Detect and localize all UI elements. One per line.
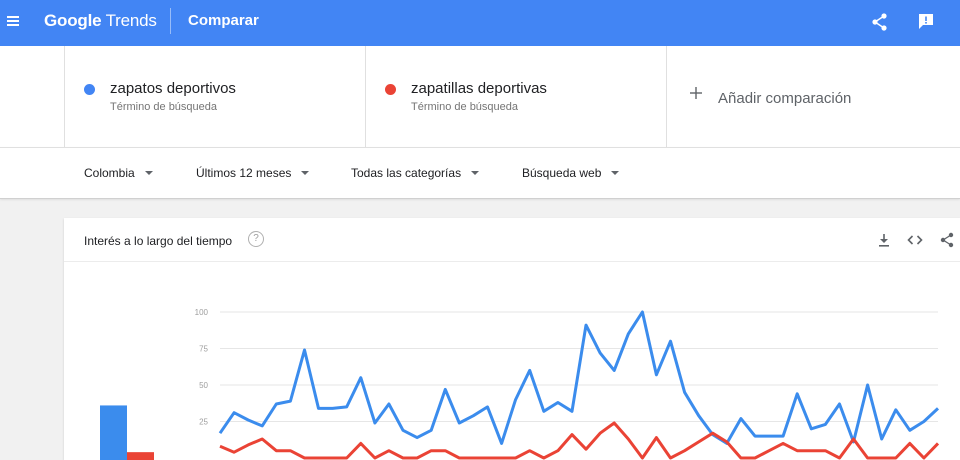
plus-icon (690, 87, 702, 99)
term-subtitle: Término de búsqueda (411, 101, 519, 113)
search-type-filter-label: Búsqueda web (522, 166, 602, 180)
average-bar[interactable] (127, 452, 154, 460)
help-icon[interactable]: ? (248, 231, 264, 247)
logo-main: Google (44, 11, 102, 30)
interest-over-time-card: Interés a lo largo del tiempo ? 100 75 5… (64, 218, 960, 460)
top-bar: Google Trends Comparar (0, 0, 960, 46)
chevron-down-icon (301, 171, 310, 175)
y-tick-label: 75 (199, 345, 208, 354)
y-tick-label: 50 (199, 381, 208, 390)
category-filter[interactable]: Todas las categorías (351, 166, 480, 180)
add-comparison-label: Añadir comparación (718, 90, 852, 107)
filter-bar: Colombia Últimos 12 meses Todas las cate… (0, 147, 960, 199)
average-bar[interactable] (100, 405, 127, 460)
y-tick-label: 25 (199, 418, 208, 427)
term-color-dot (84, 84, 95, 95)
embed-icon[interactable] (906, 231, 924, 249)
page-title: Comparar (188, 12, 259, 29)
term-color-dot (385, 84, 396, 95)
topbar-divider (170, 8, 171, 34)
series-line[interactable] (219, 421, 940, 460)
term-name: zapatos deportivos (110, 80, 236, 97)
search-type-filter[interactable]: Búsqueda web (522, 166, 620, 180)
menu-icon[interactable] (3, 9, 27, 33)
logo-sub: Trends (105, 11, 157, 30)
chevron-down-icon (144, 171, 153, 175)
chevron-down-icon (611, 171, 620, 175)
card-share-icon[interactable] (938, 231, 956, 249)
feedback-icon[interactable] (913, 9, 939, 35)
series-line[interactable] (218, 310, 940, 445)
term-name: zapatillas deportivas (411, 80, 547, 97)
google-trends-logo[interactable]: Google Trends (44, 11, 157, 31)
add-comparison-button[interactable]: Añadir comparación (667, 46, 960, 147)
term-card-1[interactable]: zapatos deportivos Término de búsqueda (64, 46, 366, 147)
period-filter-label: Últimos 12 meses (196, 166, 292, 180)
chevron-down-icon (471, 171, 480, 175)
interest-chart: 100 75 50 25 (100, 308, 940, 460)
country-filter[interactable]: Colombia (84, 166, 153, 180)
share-icon[interactable] (867, 9, 893, 35)
card-title: Interés a lo largo del tiempo (84, 234, 233, 248)
comparison-terms: zapatos deportivos Término de búsqueda z… (0, 46, 960, 147)
category-filter-label: Todas las categorías (351, 166, 462, 180)
download-icon[interactable] (875, 231, 893, 249)
country-filter-label: Colombia (84, 166, 135, 180)
term-card-2[interactable]: zapatillas deportivas Término de búsqued… (366, 46, 667, 147)
card-header: Interés a lo largo del tiempo ? (64, 218, 960, 262)
y-tick-label: 100 (195, 308, 209, 317)
period-filter[interactable]: Últimos 12 meses (196, 166, 310, 180)
term-subtitle: Término de búsqueda (110, 101, 218, 113)
